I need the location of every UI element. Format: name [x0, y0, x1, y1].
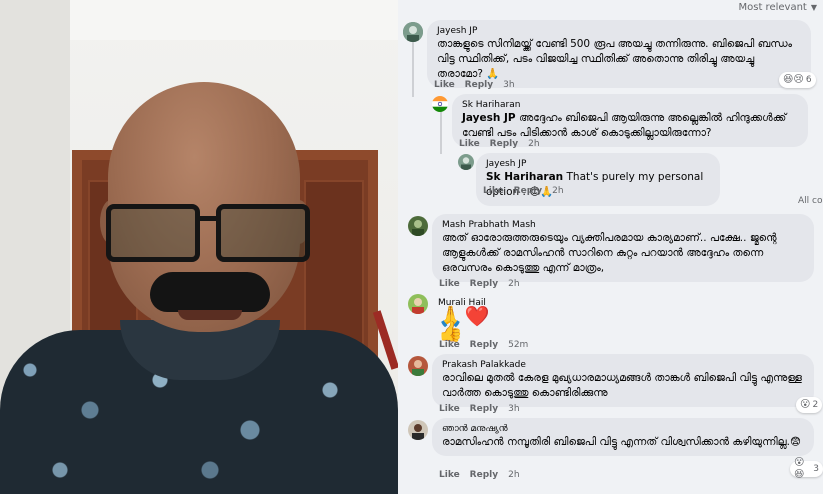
- comment-time[interactable]: 2h: [528, 139, 539, 149]
- reply-button[interactable]: Reply: [514, 186, 542, 196]
- like-button[interactable]: Like: [459, 139, 480, 149]
- comment-time[interactable]: 3h: [508, 404, 519, 414]
- comment-author[interactable]: ഞാൻ മനുഷ്യൻ: [442, 423, 804, 435]
- comment-time[interactable]: 2h: [508, 470, 519, 480]
- comment-time[interactable]: 52m: [508, 340, 528, 350]
- reaction-summary[interactable]: 😮😆 3: [790, 457, 823, 480]
- comment-text: രാവിലെ മുതൽ കേരള മുഖ്യധാരമാധ്യമങ്ങൾ താങ്…: [442, 372, 802, 399]
- avatar[interactable]: [408, 294, 428, 314]
- comment-text: 🙏❤️👍: [438, 304, 492, 343]
- chevron-down-icon: ▼: [810, 3, 817, 12]
- like-button[interactable]: Like: [439, 340, 460, 350]
- photo-glasses: [106, 200, 310, 266]
- like-button[interactable]: Like: [439, 279, 460, 289]
- comment-text: രാമസിംഹൻ നമ്പൂതിരി ബിജെപി വിട്ടു എന്നത് …: [442, 436, 801, 448]
- comment-time[interactable]: 2h: [552, 186, 563, 196]
- photo-mouth: [178, 310, 242, 320]
- comment-bubble: Jayesh JP താങ്കളുടെ സിനിമയ്ക്ക് വേണ്ടി 5…: [427, 20, 811, 88]
- comment-actions: Like Reply 2h: [439, 279, 520, 289]
- reaction-summary[interactable]: 😮 2: [796, 397, 823, 413]
- comment-actions: Like Reply 52m: [439, 340, 528, 350]
- reaction-icons: 😮: [800, 399, 811, 410]
- comment-time[interactable]: 2h: [508, 279, 519, 289]
- comment-bubble: Mash Prabhath Mash അത് ഓരോരുത്തരുടെയും വ…: [432, 214, 814, 282]
- comment-actions: Like Reply 2h: [439, 470, 520, 480]
- thread-line: [440, 112, 442, 154]
- comment-actions: Like Reply 2h: [459, 139, 540, 149]
- like-button[interactable]: Like: [483, 186, 504, 196]
- glasses-lens: [106, 204, 200, 262]
- comment-text: താങ്കളുടെ സിനിമയ്ക്ക് വേണ്ടി 500 രൂപ അയച…: [437, 38, 792, 80]
- comment-author[interactable]: Prakash Palakkade: [442, 359, 804, 371]
- comment-actions: Like Reply 3h: [439, 404, 520, 414]
- all-comments-link[interactable]: All commen: [798, 196, 823, 206]
- reply-button[interactable]: Reply: [470, 340, 498, 350]
- like-button[interactable]: Like: [439, 470, 460, 480]
- reaction-count: 2: [812, 400, 819, 410]
- reaction-count: 3: [813, 464, 819, 474]
- thread-line: [412, 42, 414, 97]
- avatar[interactable]: [458, 154, 474, 170]
- comment-author[interactable]: Sk Hariharan: [462, 99, 798, 111]
- reaction-summary[interactable]: 😆😢 6: [779, 72, 816, 88]
- like-button[interactable]: Like: [434, 80, 455, 90]
- comment-actions: Like Reply 3h: [434, 80, 515, 90]
- mention-link[interactable]: Sk Hariharan: [486, 171, 563, 183]
- reply-button[interactable]: Reply: [490, 139, 518, 149]
- sort-label: Most relevant: [738, 2, 807, 13]
- comments-panel: Most relevant ▼ Jayesh JP താങ്കളുടെ സിനിമ…: [398, 0, 823, 494]
- comment-author[interactable]: Jayesh JP: [486, 158, 710, 170]
- avatar[interactable]: [403, 22, 423, 42]
- glasses-bridge: [198, 216, 218, 221]
- photo-mustache: [150, 272, 270, 312]
- avatar[interactable]: [408, 216, 428, 236]
- comment-author[interactable]: Jayesh JP: [437, 25, 801, 37]
- reaction-icons: 😮😆: [794, 457, 805, 480]
- avatar[interactable]: [408, 356, 428, 376]
- comment-time[interactable]: 3h: [503, 80, 514, 90]
- avatar[interactable]: [432, 96, 448, 112]
- reaction-icons: 😆😢: [783, 74, 804, 85]
- comment-bubble: Murali Hail 🙏❤️👍: [432, 292, 516, 345]
- sort-dropdown[interactable]: Most relevant ▼: [739, 2, 818, 13]
- reply-button[interactable]: Reply: [470, 279, 498, 289]
- comment-bubble: ഞാൻ മനുഷ്യൻ രാമസിംഹൻ നമ്പൂതിരി ബിജെപി വി…: [432, 418, 814, 456]
- reply-button[interactable]: Reply: [465, 80, 493, 90]
- comment-text: അത് ഓരോരുത്തരുടെയും വ്യക്തിപരമായ കാര്യമാ…: [442, 232, 777, 274]
- reply-button[interactable]: Reply: [470, 404, 498, 414]
- profile-photo: [0, 0, 398, 494]
- comment-bubble: Jayesh JP Sk Hariharan That's purely my …: [476, 153, 720, 206]
- reply-button[interactable]: Reply: [470, 470, 498, 480]
- avatar[interactable]: [408, 420, 428, 440]
- comment-actions: Like Reply 2h: [483, 186, 564, 196]
- like-button[interactable]: Like: [439, 404, 460, 414]
- comment-bubble: Prakash Palakkade രാവിലെ മുതൽ കേരള മുഖ്യ…: [432, 354, 814, 407]
- comment-author[interactable]: Mash Prabhath Mash: [442, 219, 804, 231]
- comment-text: Jayesh JP അദ്ദേഹം ബിജെപി ആയിരുന്നു അല്ലെ…: [462, 111, 798, 141]
- reaction-count: 6: [805, 75, 812, 85]
- glasses-lens: [216, 204, 310, 262]
- mention-link[interactable]: Jayesh JP: [462, 112, 516, 124]
